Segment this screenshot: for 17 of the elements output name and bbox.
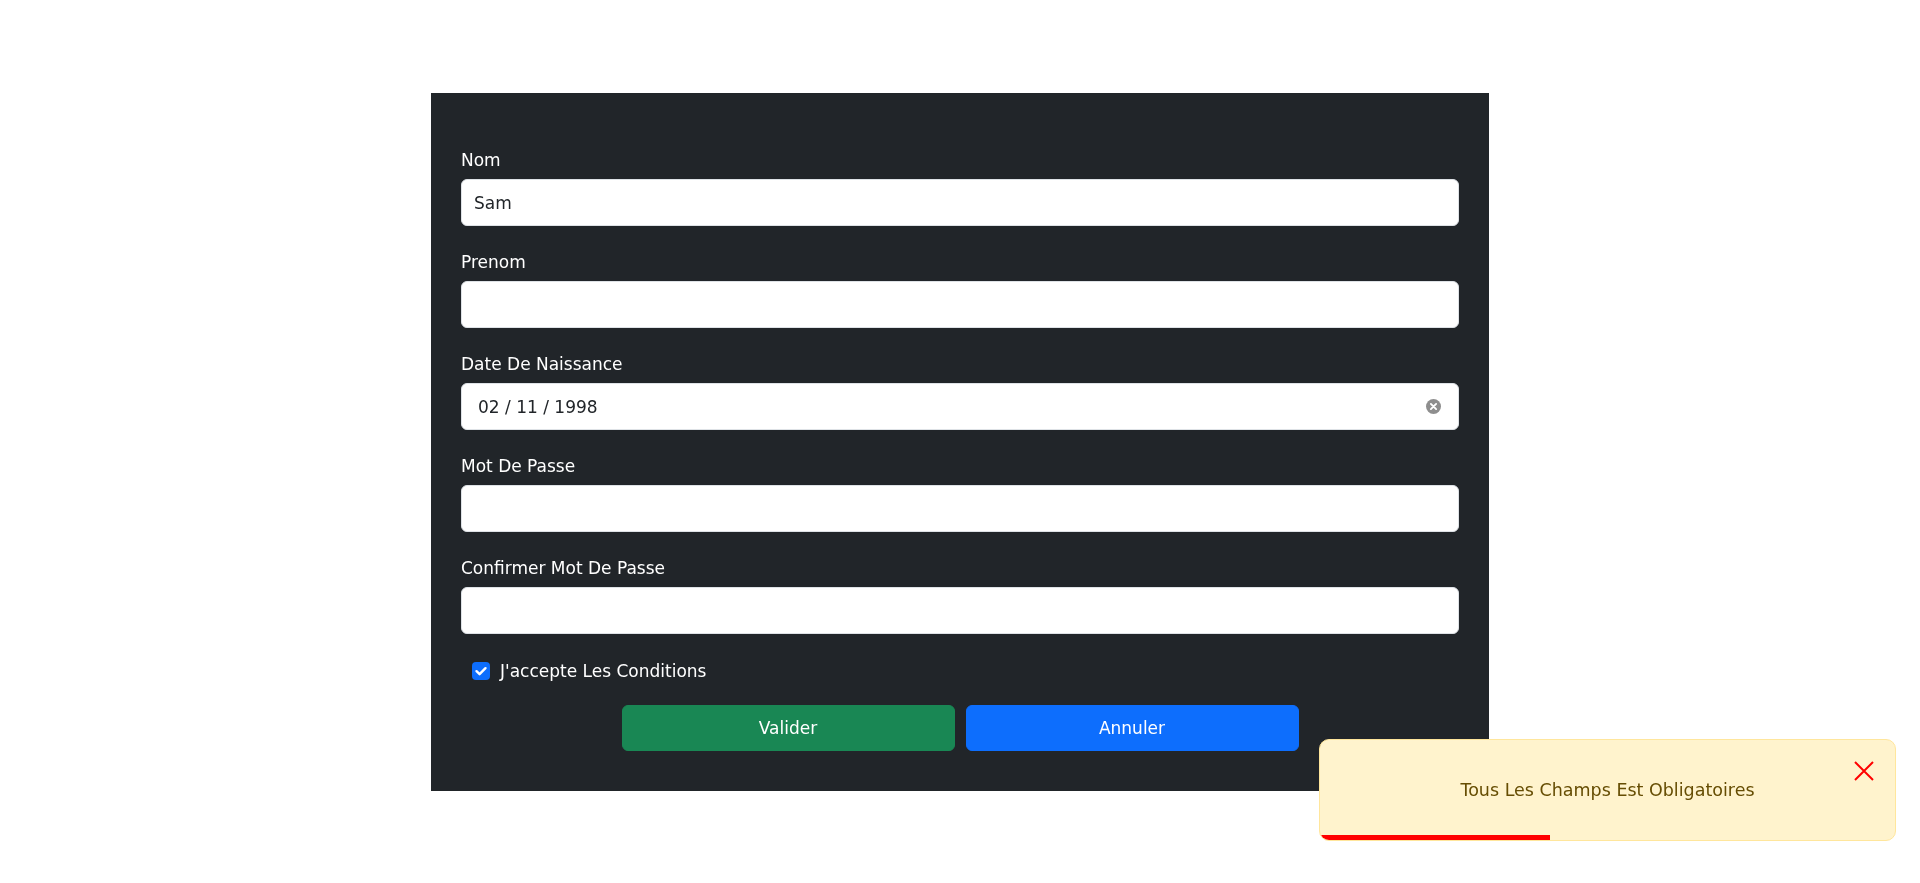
text-field[interactable]: Sam: [461, 179, 1459, 226]
toast-message: Tous Les Champs Est Obligatoires: [1460, 779, 1755, 801]
field-label: Prenom: [461, 251, 526, 274]
clear-icon[interactable]: [1426, 399, 1441, 414]
field-label: Date De Naissance: [461, 353, 623, 376]
checkbox-label: J'accepte Les Conditions: [500, 660, 707, 683]
password-field[interactable]: [461, 587, 1459, 634]
field-label: Confirmer Mot De Passe: [461, 557, 666, 580]
form-button[interactable]: Valider: [621, 705, 955, 751]
date-field[interactable]: 02 / 11 / 1998: [461, 383, 1459, 430]
field-label: Mot De Passe: [461, 455, 576, 478]
close-icon[interactable]: [1854, 761, 1874, 781]
password-field[interactable]: [461, 485, 1459, 532]
checkbox[interactable]: [472, 662, 490, 680]
field-label: Nom: [461, 149, 501, 172]
form-button[interactable]: Annuler: [965, 705, 1299, 751]
text-field[interactable]: [461, 281, 1459, 328]
